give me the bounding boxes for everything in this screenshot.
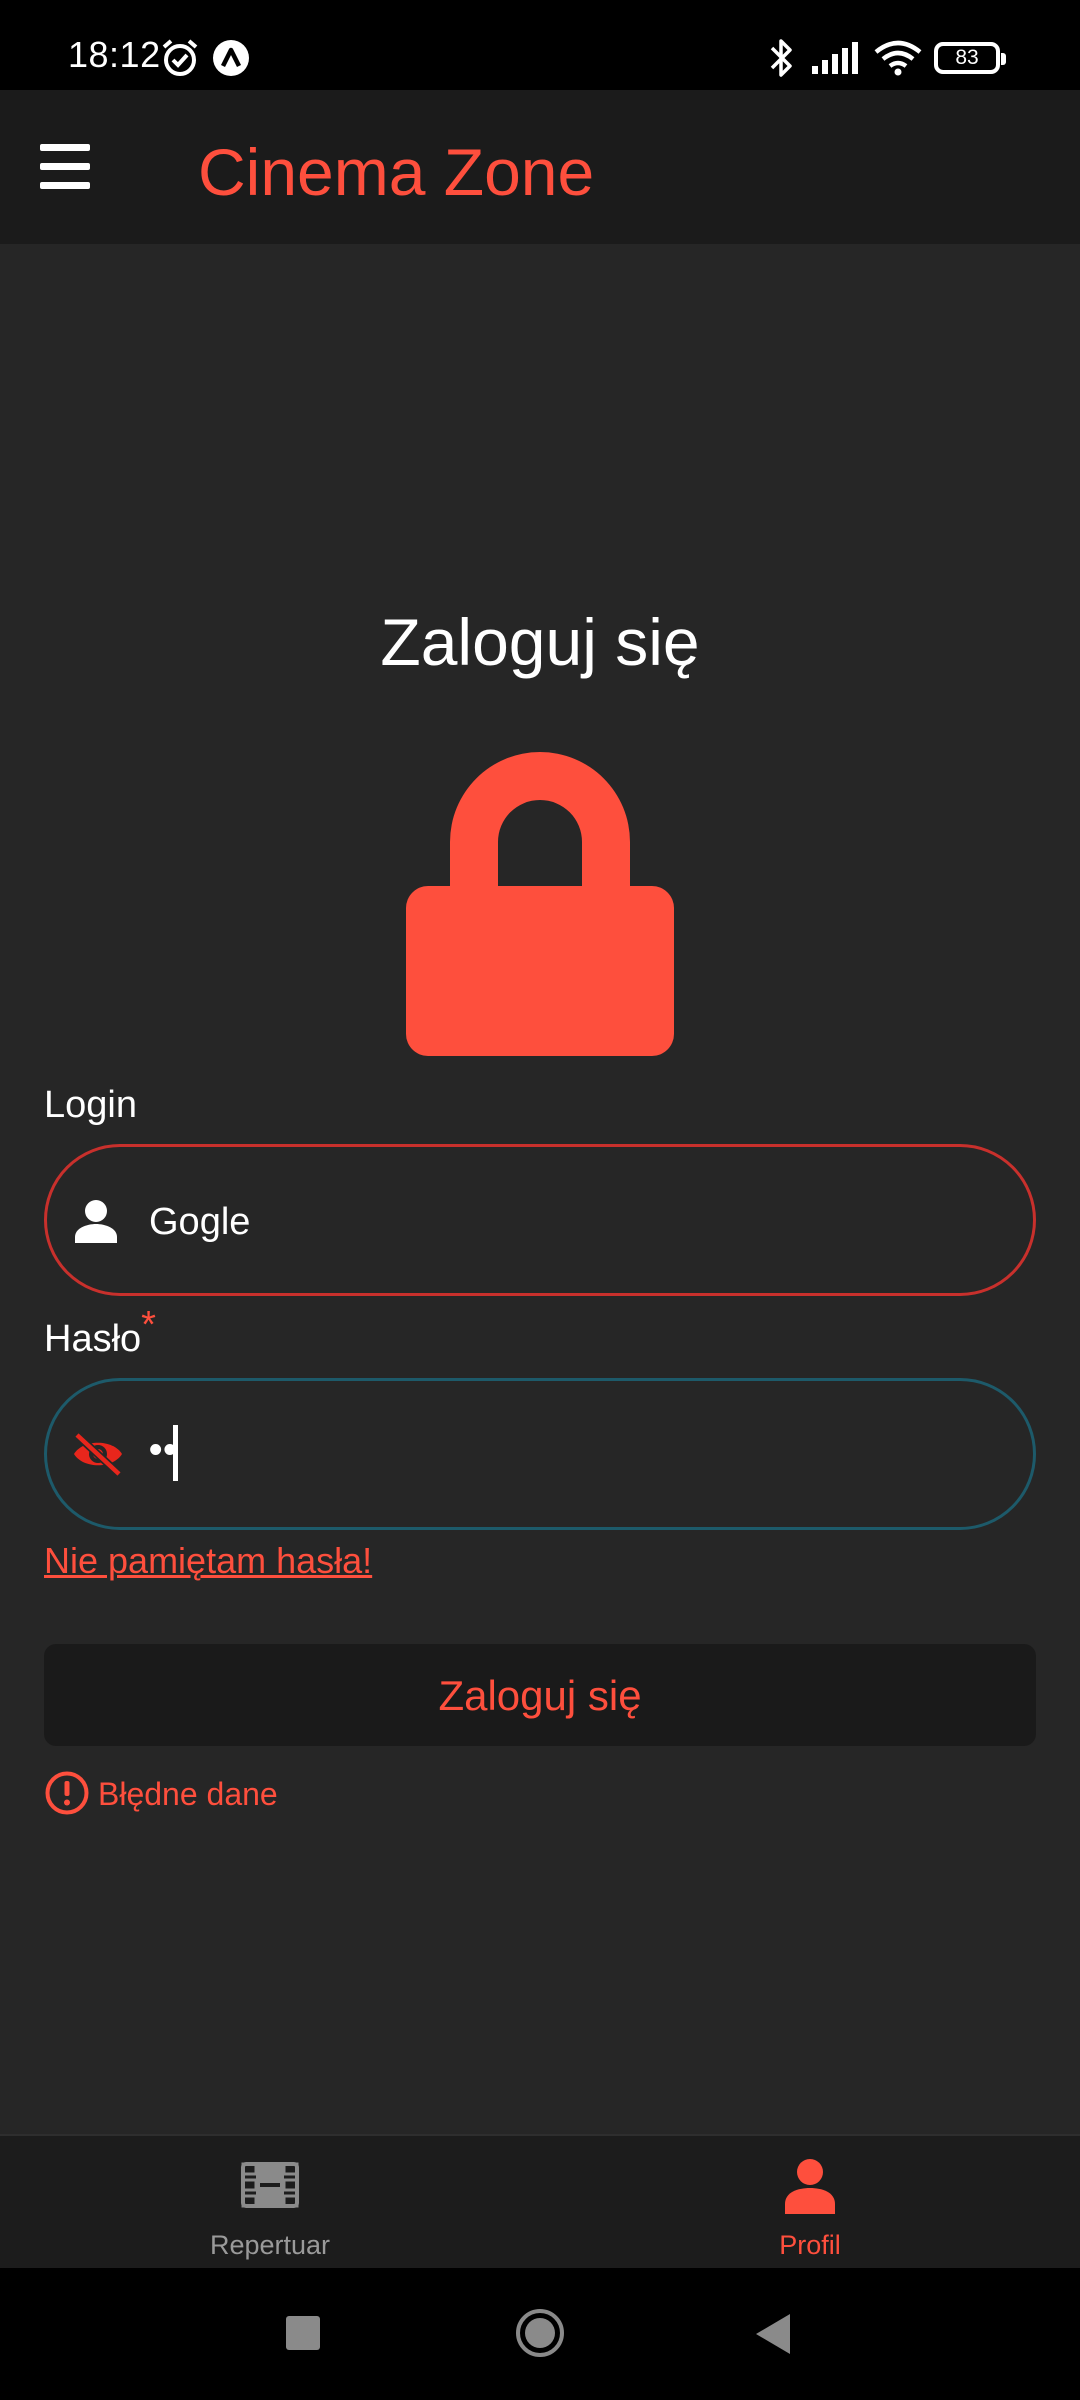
status-bar: 18:12 83 bbox=[0, 0, 1080, 90]
login-label: Login bbox=[44, 1084, 137, 1126]
app-title: Cinema Zone bbox=[198, 135, 595, 209]
wifi-icon bbox=[874, 40, 922, 76]
person-icon bbox=[75, 1200, 117, 1243]
eye-off-icon[interactable] bbox=[71, 1431, 125, 1477]
app-notification-icon bbox=[213, 40, 249, 76]
error-message-text: Błędne dane bbox=[98, 1776, 278, 1812]
app-bar: Cinema Zone bbox=[0, 90, 1080, 244]
battery-indicator: 83 bbox=[934, 42, 1006, 74]
menu-button[interactable] bbox=[34, 140, 96, 194]
lock-icon bbox=[406, 752, 674, 1056]
nav-label-repertuar: Repertuar bbox=[209, 2230, 331, 2260]
home-icon[interactable] bbox=[515, 2308, 565, 2358]
status-time: 18:12 bbox=[68, 34, 161, 75]
hamburger-menu-icon bbox=[40, 144, 90, 151]
bluetooth-icon bbox=[770, 39, 792, 77]
nav-label-profil: Profil bbox=[779, 2230, 841, 2260]
login-input-value: Gogle bbox=[149, 1201, 251, 1243]
login-input[interactable]: Gogle bbox=[44, 1144, 1036, 1296]
person-icon bbox=[785, 2159, 835, 2214]
alert-circle-icon bbox=[45, 1771, 89, 1815]
login-button[interactable]: Zaloguj się bbox=[44, 1644, 1036, 1746]
system-navigation-bar bbox=[0, 2268, 1080, 2400]
password-label: Hasło* bbox=[44, 1304, 156, 1361]
nav-item-repertuar[interactable]: Repertuar bbox=[0, 2136, 540, 2270]
password-input[interactable]: •• bbox=[44, 1378, 1036, 1530]
battery-level: 83 bbox=[955, 46, 979, 69]
bottom-navigation: Repertuar Profil bbox=[0, 2134, 1080, 2268]
recent-apps-icon[interactable] bbox=[286, 2316, 320, 2350]
required-marker: * bbox=[141, 1304, 156, 1346]
password-label-text: Hasło bbox=[44, 1318, 142, 1360]
forgot-password-link[interactable]: Nie pamiętam hasła! bbox=[44, 1540, 372, 1582]
login-heading: Zaloguj się bbox=[380, 605, 700, 679]
film-icon bbox=[241, 2162, 299, 2208]
alarm-icon bbox=[162, 39, 198, 76]
signal-icon bbox=[812, 42, 858, 74]
text-cursor bbox=[173, 1425, 178, 1481]
nav-item-profil[interactable]: Profil bbox=[540, 2136, 1080, 2270]
back-icon[interactable] bbox=[756, 2314, 790, 2354]
